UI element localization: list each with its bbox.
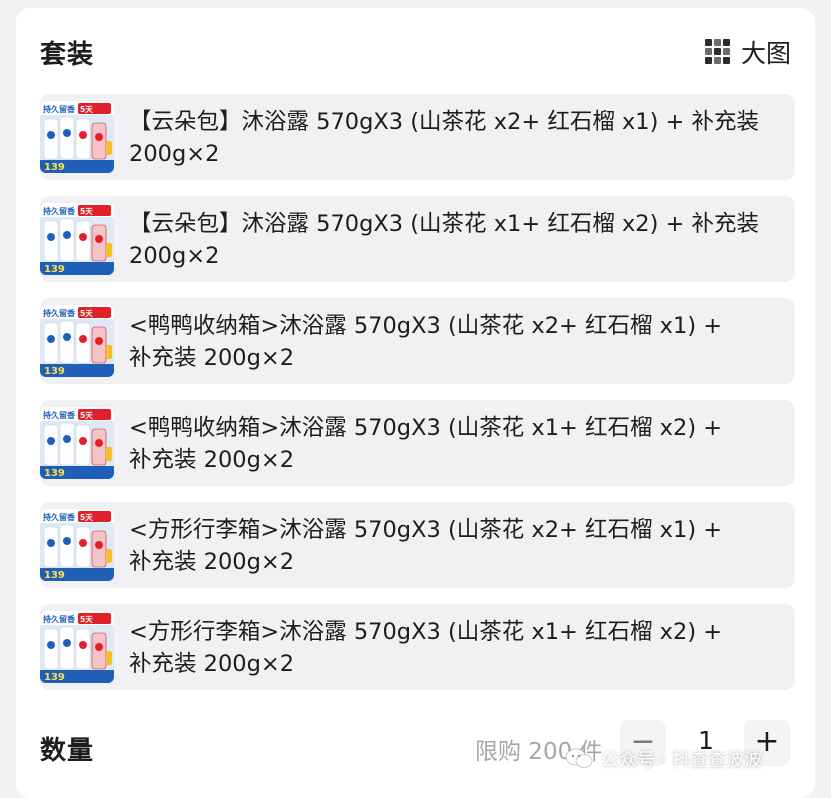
svg-text:持久留香: 持久留香 (43, 206, 76, 216)
svg-text:5天: 5天 (80, 615, 93, 624)
quantity-value[interactable]: 1 (686, 726, 726, 755)
svg-text:持久留香: 持久留香 (43, 308, 76, 318)
sku-option-label: 【云朵包】沐浴露 570gX3 (山茶花 x2+ 红石榴 x1) + 补充装 2… (129, 109, 760, 167)
svg-text:5天: 5天 (80, 207, 93, 216)
svg-text:5天: 5天 (80, 513, 93, 522)
product-thumbnail: 持久留香 5天 139 (40, 203, 114, 275)
header: 套装 大图 (16, 8, 815, 92)
svg-text:持久留香: 持久留香 (43, 614, 76, 624)
sku-option-label: <鸭鸭收纳箱>沐浴露 570gX3 (山茶花 x1+ 红石榴 x2) + 补充装… (129, 415, 723, 473)
sku-option-6[interactable]: 持久留香 5天 139 <方形行李箱>沐浴露 570gX3 (山茶花 x1+ 红… (40, 604, 795, 690)
svg-text:持久留香: 持久留香 (43, 410, 76, 420)
sku-option-5[interactable]: 持久留香 5天 139 <方形行李箱>沐浴露 570gX3 (山茶花 x2+ 红… (40, 502, 795, 588)
svg-text:139: 139 (44, 162, 65, 173)
svg-text:5天: 5天 (80, 105, 93, 114)
view-toggle-label: 大图 (740, 39, 791, 68)
sku-option-label: <方形行李箱>沐浴露 570gX3 (山茶花 x1+ 红石榴 x2) + 补充装… (129, 619, 723, 677)
svg-text:持久留香: 持久留香 (43, 104, 76, 114)
product-thumbnail: 持久留香 5天 139 (40, 305, 114, 377)
sku-option-1[interactable]: 持久留香 5天 139 【云朵包】沐浴露 570gX3 (山茶花 x2+ 红石榴… (40, 94, 795, 180)
product-thumbnail: 持久留香 5天 139 (40, 509, 114, 581)
svg-text:139: 139 (44, 366, 65, 377)
product-thumbnail: 持久留香 5天 139 (40, 101, 114, 173)
sku-option-label: 【云朵包】沐浴露 570gX3 (山茶花 x1+ 红石榴 x2) + 补充装 2… (129, 211, 760, 269)
product-thumbnail: 持久留香 5天 139 (40, 407, 114, 479)
purchase-limit: 限购 200 件 (475, 739, 603, 765)
decrease-button[interactable]: − (620, 720, 666, 766)
product-thumbnail: 持久留香 5天 139 (40, 611, 114, 683)
increase-button[interactable]: + (744, 720, 790, 766)
svg-text:5天: 5天 (80, 411, 93, 420)
quantity-row: 数量 限购 200 件 − 1 + (16, 714, 815, 784)
grid-icon (704, 39, 731, 65)
svg-text:持久留香: 持久留香 (43, 512, 76, 522)
svg-text:139: 139 (44, 672, 65, 683)
svg-text:139: 139 (44, 264, 65, 275)
svg-text:139: 139 (44, 570, 65, 581)
sku-option-3[interactable]: 持久留香 5天 139 <鸭鸭收纳箱>沐浴露 570gX3 (山茶花 x2+ 红… (40, 298, 795, 384)
sku-option-4[interactable]: 持久留香 5天 139 <鸭鸭收纳箱>沐浴露 570gX3 (山茶花 x1+ 红… (40, 400, 795, 486)
large-view-toggle[interactable]: 大图 (704, 34, 791, 70)
section-title: 套装 (40, 40, 95, 70)
sku-option-label: <鸭鸭收纳箱>沐浴露 570gX3 (山茶花 x2+ 红石榴 x1) + 补充装… (129, 313, 723, 371)
svg-text:5天: 5天 (80, 309, 93, 318)
sku-panel: 套装 大图 持久留香 5天 139 【云朵包】沐浴露 570gX3 (山茶花 x… (16, 8, 815, 798)
sku-option-label: <方形行李箱>沐浴露 570gX3 (山茶花 x2+ 红石榴 x1) + 补充装… (129, 517, 723, 575)
sku-list: 持久留香 5天 139 【云朵包】沐浴露 570gX3 (山茶花 x2+ 红石榴… (40, 94, 795, 706)
quantity-title: 数量 (40, 736, 95, 766)
sku-option-2[interactable]: 持久留香 5天 139 【云朵包】沐浴露 570gX3 (山茶花 x1+ 红石榴… (40, 196, 795, 282)
svg-text:139: 139 (44, 468, 65, 479)
